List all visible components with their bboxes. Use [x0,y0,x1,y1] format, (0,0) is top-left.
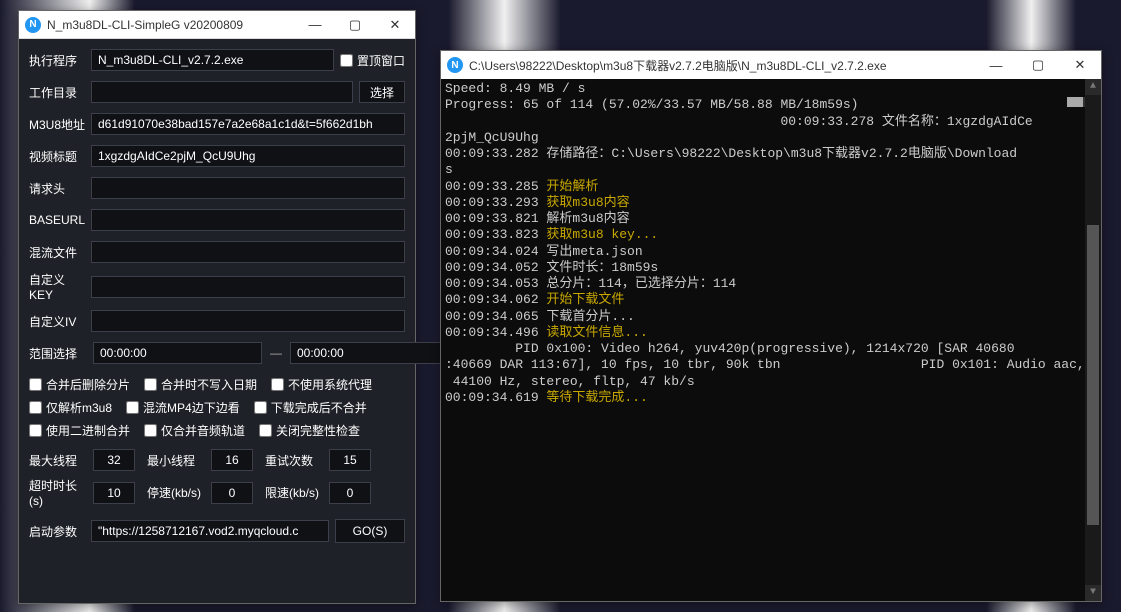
range-end-input[interactable] [290,342,459,364]
console-scrollbar[interactable]: ▲ ▼ [1085,79,1101,601]
iv-label: 自定义IV [29,313,85,330]
launch-input[interactable] [91,520,329,542]
console-title: C:\Users\98222\Desktop\m3u8下载器v2.7.2电脑版\… [469,57,975,74]
maxthread-input[interactable] [93,449,135,471]
console-line: Progress: 65 of 114 (57.02%/33.57 MB/58.… [445,97,1097,113]
titlebar[interactable]: N N_m3u8DL-CLI-SimpleG v20200809 — ▢ ✕ [19,11,415,39]
console-line: PID 0x100: Video h264, yuv420p(progressi… [445,341,1097,357]
chk-delete-after-merge[interactable]: 合并后删除分片 [29,376,130,393]
console-line: 00:09:34.052 文件时长：18m59s [445,260,1097,276]
timeout-label: 超时时长(s) [29,477,89,508]
console-close-button[interactable]: ✕ [1059,51,1101,79]
minthread-input[interactable] [211,449,253,471]
scroll-up-icon[interactable]: ▲ [1085,79,1101,95]
console-window: N C:\Users\98222\Desktop\m3u8下载器v2.7.2电脑… [440,50,1102,602]
exe-input[interactable] [91,49,334,71]
maxthread-label: 最大线程 [29,452,89,469]
console-app-icon: N [447,57,463,73]
range-separator: — [270,346,282,360]
headers-input[interactable] [91,177,405,199]
timeout-input[interactable] [93,482,135,504]
console-output[interactable]: ▲ ▼ Speed: 8.49 MB / sProgress: 65 of 11… [441,79,1101,601]
title-input[interactable] [91,145,405,167]
maximize-button[interactable]: ▢ [335,11,375,39]
minthread-label: 最小线程 [147,452,207,469]
choose-button[interactable]: 选择 [359,81,405,103]
pin-checkbox[interactable]: 置顶窗口 [340,52,405,69]
m3u8-input[interactable] [91,113,405,135]
console-minimize-button[interactable]: — [975,51,1017,79]
window-title: N_m3u8DL-CLI-SimpleG v20200809 [47,18,295,32]
baseurl-input[interactable] [91,209,405,231]
progress-fill [1067,97,1083,107]
workdir-label: 工作目录 [29,84,85,101]
console-line: s [445,162,1097,178]
retry-label: 重试次数 [265,452,325,469]
console-line: 00:09:34.053 总分片：114，已选择分片：114 [445,276,1097,292]
console-maximize-button[interactable]: ▢ [1017,51,1059,79]
scroll-down-icon[interactable]: ▼ [1085,585,1101,601]
chk-audio-only-merge[interactable]: 仅合并音频轨道 [144,422,245,439]
console-line: 00:09:34.619 等待下载完成... [445,390,1097,406]
console-line: 00:09:33.821 解析m3u8内容 [445,211,1097,227]
scroll-thumb[interactable] [1087,225,1099,525]
minimize-button[interactable]: — [295,11,335,39]
retry-input[interactable] [329,449,371,471]
console-line: 00:09:34.496 读取文件信息... [445,325,1097,341]
chk-no-integrity[interactable]: 关闭完整性检查 [259,422,360,439]
console-line: 2pjM_QcU9Uhg [445,130,1097,146]
gui-body: 执行程序 置顶窗口 工作目录 选择 M3U8地址 视频标题 请求头 BASEUR… [19,39,415,603]
console-line: 00:09:33.278 文件名称：1xgzdgAIdCe [445,114,1097,130]
chk-no-date[interactable]: 合并时不写入日期 [144,376,257,393]
console-line: Speed: 8.49 MB / s [445,81,1097,97]
limitspeed-input[interactable] [329,482,371,504]
range-label: 范围选择 [29,345,85,362]
console-line: :40669 DAR 113:67], 10 fps, 10 tbr, 90k … [445,357,1097,373]
app-icon: N [25,17,41,33]
console-titlebar[interactable]: N C:\Users\98222\Desktop\m3u8下载器v2.7.2电脑… [441,51,1101,79]
headers-label: 请求头 [29,180,85,197]
chk-no-merge-after[interactable]: 下载完成后不合并 [254,399,367,416]
key-label: 自定义KEY [29,271,85,302]
workdir-input[interactable] [91,81,353,103]
title-label: 视频标题 [29,148,85,165]
go-button[interactable]: GO(S) [335,519,405,543]
iv-input[interactable] [91,310,405,332]
chk-mux-mp4-live[interactable]: 混流MP4边下边看 [126,399,240,416]
m3u8-label: M3U8地址 [29,116,85,133]
pin-label: 置顶窗口 [357,52,405,69]
chk-binary-merge[interactable]: 使用二进制合并 [29,422,130,439]
console-line: 00:09:33.293 获取m3u8内容 [445,195,1097,211]
mux-input[interactable] [91,241,405,263]
console-line: 00:09:33.823 获取m3u8 key... [445,227,1097,243]
console-line: 00:09:34.024 写出meta.json [445,244,1097,260]
mux-label: 混流文件 [29,244,85,261]
stopspeed-input[interactable] [211,482,253,504]
exe-label: 执行程序 [29,52,85,69]
gui-window: N N_m3u8DL-CLI-SimpleG v20200809 — ▢ ✕ 执… [18,10,416,604]
launch-label: 启动参数 [29,523,85,540]
close-button[interactable]: ✕ [375,11,415,39]
limitspeed-label: 限速(kb/s) [265,484,325,501]
console-line: 00:09:33.285 开始解析 [445,179,1097,195]
console-line: 00:09:33.282 存储路径：C:\Users\98222\Desktop… [445,146,1097,162]
baseurl-label: BASEURL [29,213,85,227]
chk-parse-only[interactable]: 仅解析m3u8 [29,399,112,416]
console-line: 00:09:34.065 下载首分片... [445,309,1097,325]
console-line: 44100 Hz, stereo, fltp, 47 kb/s [445,374,1097,390]
pin-checkbox-box[interactable] [340,54,353,67]
key-input[interactable] [91,276,405,298]
stopspeed-label: 停速(kb/s) [147,484,207,501]
console-line: 00:09:34.062 开始下载文件 [445,292,1097,308]
chk-no-proxy[interactable]: 不使用系统代理 [271,376,372,393]
range-start-input[interactable] [93,342,262,364]
